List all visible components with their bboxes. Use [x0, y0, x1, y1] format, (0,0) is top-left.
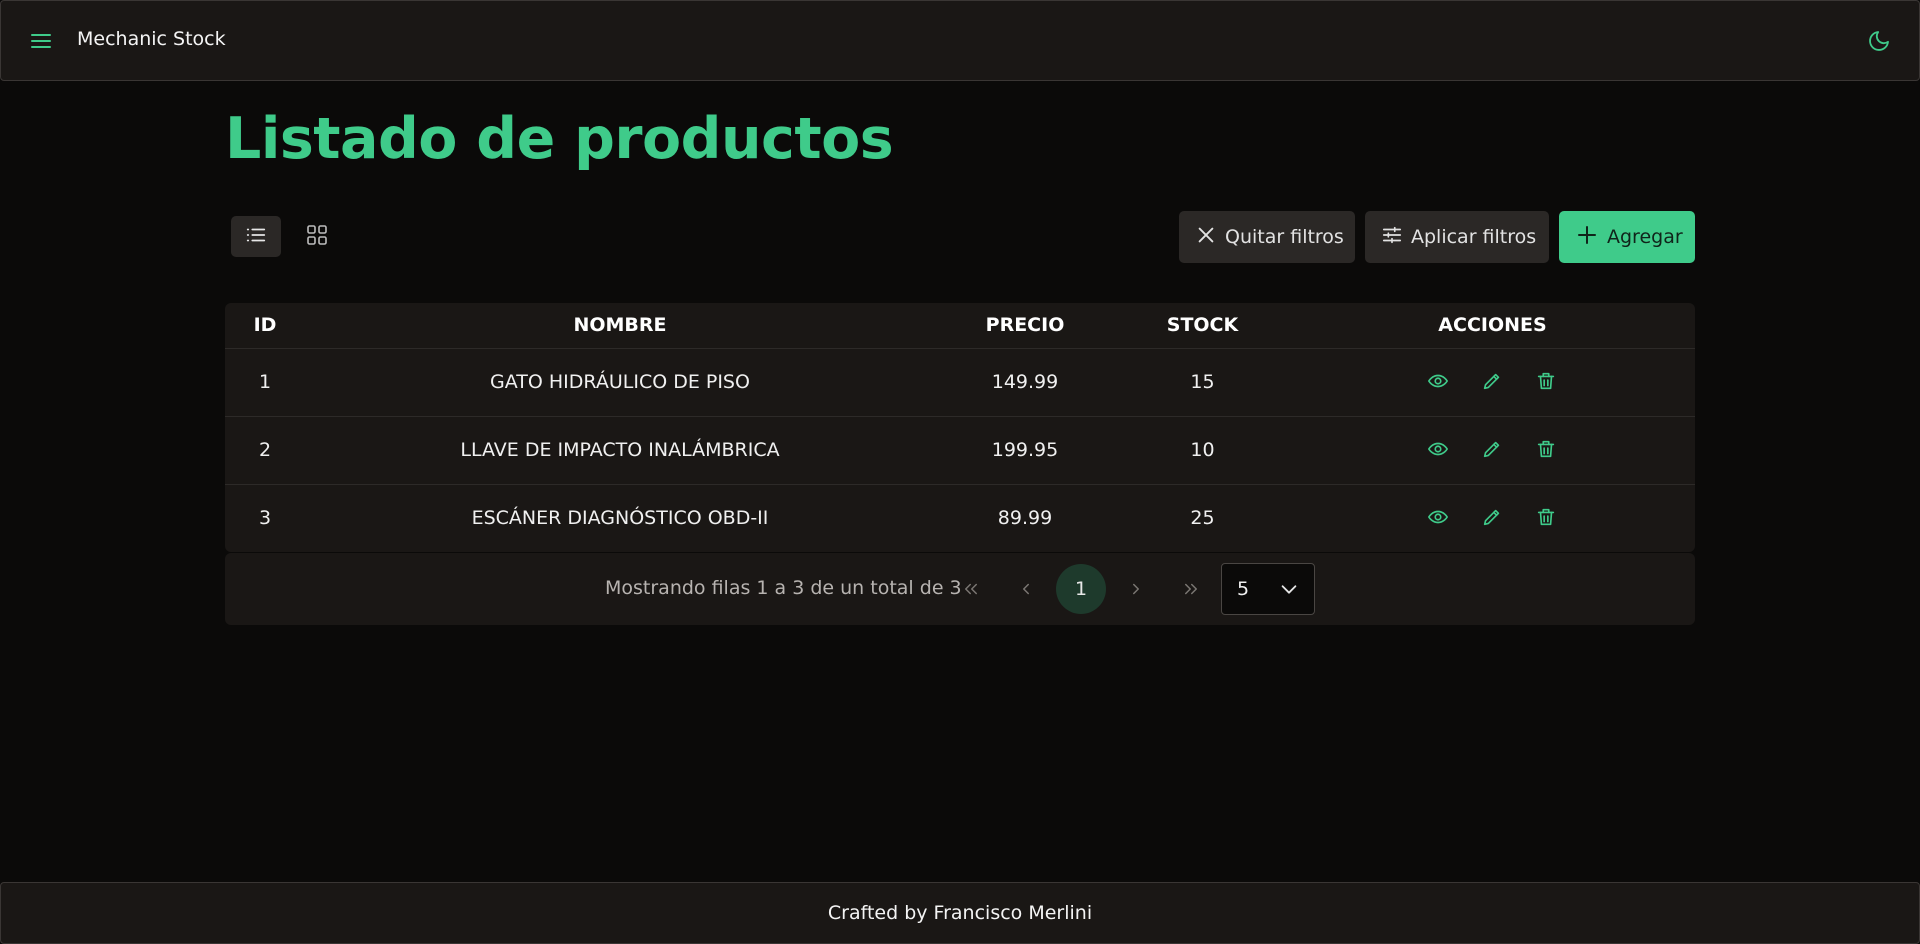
page-title: Listado de productos	[225, 106, 894, 172]
pagination-info: Mostrando filas 1 a 3 de un total de 3	[605, 577, 962, 599]
pencil-icon[interactable]	[1481, 438, 1505, 462]
header-id[interactable]: ID	[225, 303, 305, 349]
apply-filters-button[interactable]: Aplicar filtros	[1365, 211, 1549, 263]
menu-icon[interactable]	[29, 29, 53, 53]
eye-icon[interactable]	[1427, 438, 1451, 462]
cell-id: 3	[258, 507, 272, 530]
cell-actions	[1290, 348, 1695, 417]
header-actions: ACCIONES	[1290, 303, 1695, 349]
add-label: Agregar	[1607, 226, 1683, 248]
table-row: 3 ESCÁNER DIAGNÓSTICO OBD-II 89.99 25	[225, 484, 1695, 552]
add-button[interactable]: Agregar	[1559, 211, 1695, 263]
footer-credit: Crafted by Francisco Merlini	[827, 902, 1093, 924]
chevron-right-icon[interactable]	[1122, 575, 1150, 603]
cell-actions	[1290, 484, 1695, 552]
header-name[interactable]: NOMBRE	[305, 303, 935, 349]
cell-name: GATO HIDRÁULICO DE PISO	[305, 348, 935, 417]
top-navbar: Mechanic Stock	[0, 0, 1920, 81]
page-button-current[interactable]: 1	[1056, 564, 1106, 614]
plus-icon	[1575, 223, 1599, 252]
trash-icon[interactable]	[1535, 370, 1559, 394]
products-table: ID NOMBRE PRECIO STOCK ACCIONES 1 GATO HI…	[225, 303, 1695, 552]
cell-price: 149.99	[935, 348, 1115, 417]
footer: Crafted by Francisco Merlini	[0, 882, 1920, 944]
table-row: 1 GATO HIDRÁULICO DE PISO 149.99 15	[225, 348, 1695, 417]
cell-stock: 15	[1115, 348, 1290, 417]
clear-filters-label: Quitar filtros	[1225, 226, 1344, 248]
cell-price: 199.95	[935, 416, 1115, 485]
pencil-icon[interactable]	[1481, 506, 1505, 530]
cell-stock: 25	[1190, 507, 1215, 530]
rows-per-page-select[interactable]: 5	[1221, 563, 1315, 615]
double-chevron-left-icon[interactable]	[957, 575, 985, 603]
list-view-button[interactable]	[231, 216, 281, 257]
cell-actions	[1290, 416, 1695, 485]
cell-stock: 10	[1115, 416, 1290, 485]
clear-filters-button[interactable]: Quitar filtros	[1179, 211, 1355, 263]
grid-view-icon	[305, 223, 329, 251]
list-view-icon	[245, 224, 267, 250]
grid-view-button[interactable]	[292, 216, 342, 257]
cell-name: ESCÁNER DIAGNÓSTICO OBD-II	[471, 507, 769, 530]
pagination-bar: Mostrando filas 1 a 3 de un total de 3 1…	[225, 553, 1695, 625]
trash-icon[interactable]	[1535, 438, 1559, 462]
double-chevron-right-icon[interactable]	[1177, 575, 1205, 603]
eye-icon[interactable]	[1427, 506, 1451, 530]
header-price[interactable]: PRECIO	[935, 303, 1115, 349]
sliders-icon	[1381, 224, 1403, 251]
trash-icon[interactable]	[1535, 506, 1559, 530]
table-row: 2 LLAVE DE IMPACTO INALÁMBRICA 199.95 10	[225, 416, 1695, 485]
cell-id: 2	[225, 416, 305, 485]
brand-title: Mechanic Stock	[77, 28, 226, 50]
header-stock[interactable]: STOCK	[1115, 303, 1290, 349]
close-icon	[1195, 224, 1217, 251]
eye-icon[interactable]	[1427, 370, 1451, 394]
cell-name: LLAVE DE IMPACTO INALÁMBRICA	[305, 416, 935, 485]
moon-icon[interactable]	[1867, 29, 1891, 53]
pencil-icon[interactable]	[1481, 370, 1505, 394]
cell-id: 1	[225, 348, 305, 417]
chevron-left-icon[interactable]	[1012, 575, 1040, 603]
apply-filters-label: Aplicar filtros	[1411, 226, 1537, 248]
chevron-down-icon	[1278, 578, 1300, 605]
table-header-row: ID NOMBRE PRECIO STOCK ACCIONES	[225, 303, 1695, 349]
rows-per-page-value: 5	[1237, 578, 1250, 600]
cell-price: 89.99	[997, 507, 1053, 530]
